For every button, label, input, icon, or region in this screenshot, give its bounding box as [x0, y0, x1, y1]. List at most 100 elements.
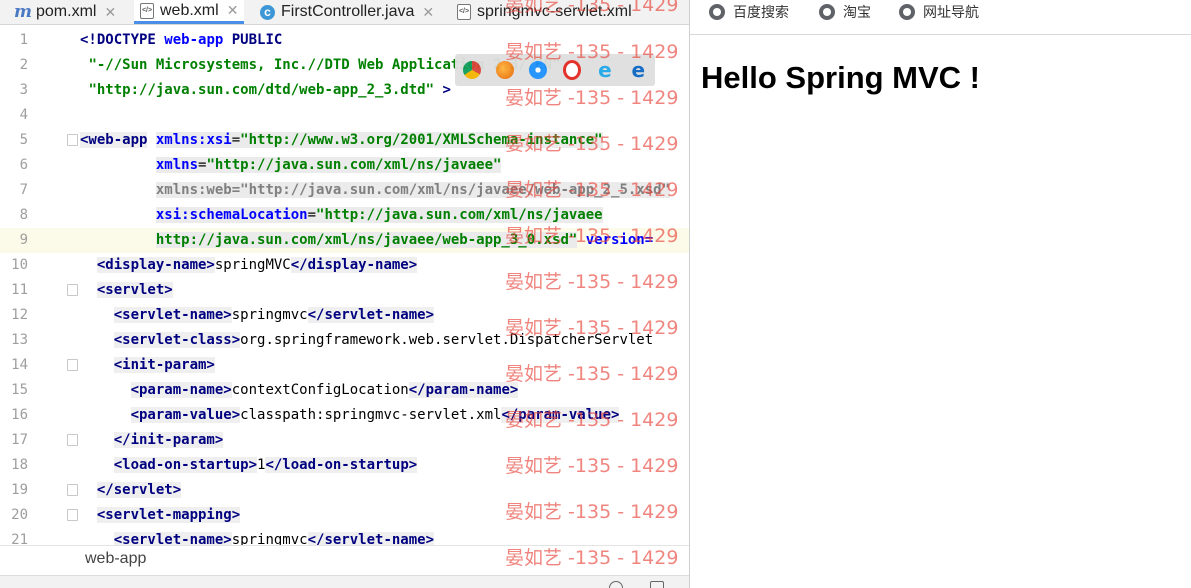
code-line: 14 <init-param> [0, 353, 689, 378]
doctype-public: PUBLIC [231, 32, 283, 48]
opera-icon[interactable] [562, 60, 581, 80]
line-number: 1 [19, 32, 28, 48]
xml-attr-value: "http://java.sun.com/xml/ns/javaee [316, 207, 603, 223]
code-line: 16 <param-value>classpath:springmvc-serv… [0, 403, 689, 428]
xml-tag: </load-on-startup> [265, 457, 418, 473]
bookmark-web-nav[interactable]: 网址导航 [899, 2, 979, 22]
firefox-icon[interactable] [495, 61, 514, 79]
xml-tag: </param-name> [408, 382, 519, 398]
line-number: 20 [11, 507, 28, 523]
ide-editor-window: m pom.xml ✕ </> web.xml ✕ c FirstControl… [0, 0, 689, 588]
code-editor[interactable]: 1 <!DOCTYPE web-app PUBLIC 2 "-//Sun Mic… [0, 26, 689, 545]
code-line: 10 <display-name>springMVC</display-name… [0, 253, 689, 278]
xml-attr-name: xmlns:xsi [155, 132, 232, 148]
xml-tag: <init-param> [113, 357, 215, 373]
edge-icon[interactable]: e [629, 60, 647, 80]
code-line: 20 <servlet-mapping> [0, 503, 689, 528]
line-number: 18 [11, 457, 28, 473]
fold-toggle-icon[interactable] [67, 509, 78, 521]
doctype-root: web-app [164, 32, 224, 48]
globe-icon [899, 4, 915, 20]
code-line: 11 <servlet> [0, 278, 689, 303]
open-in-browser-toolbar: e e [455, 54, 655, 86]
breadcrumb[interactable]: web-app [85, 550, 146, 568]
java-class-icon: c [260, 4, 275, 20]
xml-tag: <servlet-class> [113, 332, 241, 348]
ie-icon[interactable]: e [596, 60, 614, 80]
tab-web-xml[interactable]: </> web.xml ✕ [134, 0, 245, 24]
globe-icon [709, 4, 725, 20]
code-line: 1 <!DOCTYPE web-app PUBLIC [0, 28, 689, 53]
fold-toggle-icon[interactable] [67, 484, 78, 496]
editor-breadcrumb-bar: web-app [0, 545, 689, 576]
xml-attr-value: "http://java.sun.com/xml/ns/javaee/web-a… [240, 182, 671, 198]
xml-tag: </init-param> [113, 432, 224, 448]
xml-tag: </display-name> [290, 257, 418, 273]
xml-tag: <load-on-startup> [113, 457, 258, 473]
line-number: 12 [11, 307, 28, 323]
xml-attr-name: xmlns [155, 157, 199, 173]
doctype-keyword: <!DOCTYPE [80, 32, 156, 48]
tab-pom-xml[interactable]: m pom.xml ✕ [14, 0, 116, 24]
tab-label: web.xml [160, 1, 219, 19]
xml-tag: <param-name> [130, 382, 232, 398]
line-number: 8 [19, 207, 28, 223]
bookmark-label: 淘宝 [843, 5, 871, 21]
system-id: "http://java.sun.com/dtd/web-app_2_3.dtd… [88, 82, 435, 98]
gear-icon[interactable] [650, 581, 664, 588]
line-number: 9 [19, 232, 28, 248]
bookmark-label: 百度搜索 [733, 5, 789, 21]
xml-attr-value: http://java.sun.com/xml/ns/javaee/web-ap… [155, 232, 578, 248]
code-line: 7 xmlns:web="http://java.sun.com/xml/ns/… [0, 178, 689, 203]
line-number: 14 [11, 357, 28, 373]
maven-m-icon: m [14, 2, 32, 22]
line-number: 2 [19, 57, 28, 73]
tab-label: FirstController.java [281, 3, 415, 20]
editor-tab-bar: m pom.xml ✕ </> web.xml ✕ c FirstControl… [0, 0, 689, 25]
xml-tag: </servlet-name> [307, 307, 435, 323]
line-number: 3 [19, 82, 28, 98]
xml-attr-name: version= [585, 232, 654, 248]
tab-label: springmvc-servlet.xml [477, 3, 632, 20]
fold-toggle-icon[interactable] [67, 434, 78, 446]
chrome-icon[interactable] [462, 61, 481, 79]
code-line: 15 <param-name>contextConfigLocation</pa… [0, 378, 689, 403]
xml-text: contextConfigLocation [231, 382, 409, 398]
line-number: 21 [11, 532, 28, 545]
xml-text: springMVC [214, 257, 291, 273]
browser-window: 百度搜索 淘宝 网址导航 Hello Spring MVC ! [689, 0, 1191, 588]
xml-attr-value: "http://java.sun.com/xml/ns/javaee" [206, 157, 502, 173]
bookmark-baidu-search[interactable]: 百度搜索 [709, 2, 789, 22]
code-line: 19 </servlet> [0, 478, 689, 503]
line-number: 19 [11, 482, 28, 498]
xml-tag: <servlet> [96, 282, 173, 298]
settings-icon[interactable] [609, 581, 623, 588]
close-icon[interactable]: ✕ [104, 4, 116, 21]
code-line: 4 [0, 103, 689, 128]
line-number: 11 [11, 282, 28, 298]
safari-icon[interactable] [529, 61, 548, 79]
xml-tag: <display-name> [96, 257, 215, 273]
line-number: 17 [11, 432, 28, 448]
bookmark-taobao[interactable]: 淘宝 [819, 2, 871, 22]
globe-icon [819, 4, 835, 20]
line-number: 7 [19, 182, 28, 198]
fold-toggle-icon[interactable] [67, 359, 78, 371]
xml-file-icon: </> [457, 4, 471, 20]
line-number: 16 [11, 407, 28, 423]
bookmark-label: 网址导航 [923, 5, 979, 21]
code-line: 21 <servlet-name>springmvc</servlet-name… [0, 528, 689, 545]
line-number: 15 [11, 382, 28, 398]
xml-text: springmvc [231, 307, 308, 323]
page-heading: Hello Spring MVC ! [701, 60, 980, 95]
tab-springmvc-servlet[interactable]: </> springmvc-servlet.xml [457, 0, 632, 24]
close-icon[interactable]: ✕ [422, 4, 434, 21]
close-icon[interactable]: ✕ [227, 2, 239, 19]
fold-toggle-icon[interactable] [67, 134, 78, 146]
xml-tag: <servlet-mapping> [96, 507, 241, 523]
code-line: 6 xmlns="http://java.sun.com/xml/ns/java… [0, 153, 689, 178]
fold-toggle-icon[interactable] [67, 284, 78, 296]
xml-tag: </param-value> [501, 407, 620, 423]
tab-first-controller[interactable]: c FirstController.java ✕ [260, 0, 434, 24]
code-line-current: 9 http://java.sun.com/xml/ns/javaee/web-… [0, 228, 689, 253]
